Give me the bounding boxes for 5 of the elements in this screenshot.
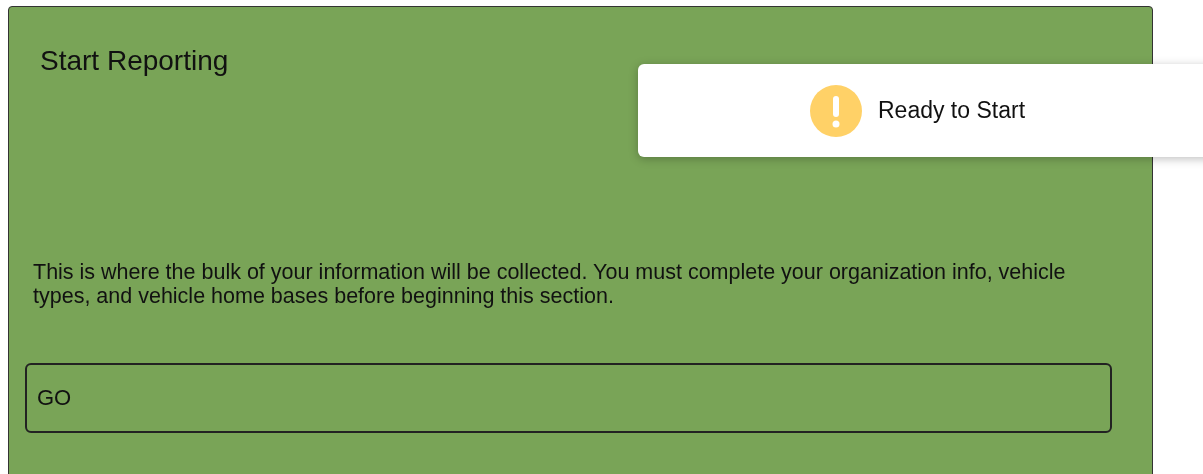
exclamation-icon bbox=[810, 84, 862, 137]
card-title: Start Reporting bbox=[40, 45, 229, 77]
go-button[interactable]: GO bbox=[25, 363, 1112, 433]
card-description: This is where the bulk of your information will be collected. You must complete your organization info, vehicle types, and vehicle home bases before beginning this section. bbox=[33, 260, 1067, 308]
toast-message: Ready to Start bbox=[878, 97, 1026, 124]
